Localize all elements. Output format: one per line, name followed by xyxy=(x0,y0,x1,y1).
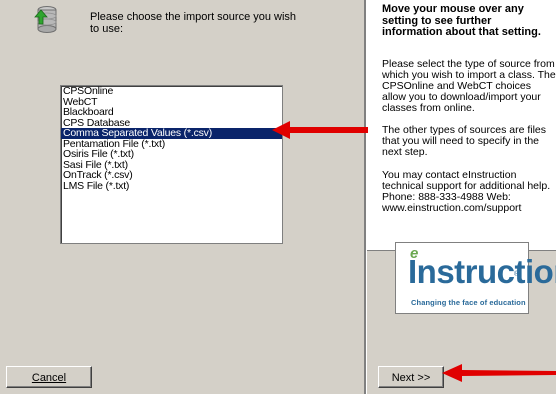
left-panel: Please choose the import source you wish… xyxy=(0,0,364,394)
help-paragraph-files: The other types of sources are files tha… xyxy=(382,124,546,158)
logo-trademark: ® xyxy=(514,271,520,278)
next-label: Next >> xyxy=(391,372,431,384)
list-item[interactable]: Comma Separated Values (*.csv) xyxy=(61,128,282,139)
database-import-icon xyxy=(34,6,57,33)
import-prompt: Please choose the import source you wish… xyxy=(90,11,297,35)
annotation-arrow-next xyxy=(442,364,556,382)
help-paragraph-source: Please select the type of source from wh… xyxy=(382,58,556,114)
list-item[interactable]: CPSOnline xyxy=(61,86,282,97)
annotation-arrow-list xyxy=(272,121,368,139)
list-item[interactable]: OnTrack (*.csv) xyxy=(61,170,282,181)
logo-tagline: Changing the face of education xyxy=(411,298,526,307)
right-panel: Move your mouse over any setting to see … xyxy=(367,0,556,394)
cancel-button[interactable]: Cancel xyxy=(6,366,92,388)
cancel-label: Cancel xyxy=(31,372,67,384)
next-button[interactable]: Next >> xyxy=(378,366,444,388)
list-item[interactable]: LMS File (*.txt) xyxy=(61,180,282,192)
einstruction-logo: e Instruction ® Changing the face of edu… xyxy=(395,242,556,314)
list-item[interactable]: Blackboard xyxy=(61,107,282,118)
list-item[interactable]: Osiris File (*.txt) xyxy=(61,149,282,160)
help-heading: Move your mouse over any setting to see … xyxy=(382,3,541,38)
logo-wordmark: Instruction xyxy=(408,253,556,290)
help-info-box: Move your mouse over any setting to see … xyxy=(367,0,556,251)
help-paragraph-support: You may contact eInstruction technical s… xyxy=(382,169,551,214)
import-source-listbox[interactable]: CPSOnline WebCT Blackboard CPS Database Comm… xyxy=(60,85,283,244)
